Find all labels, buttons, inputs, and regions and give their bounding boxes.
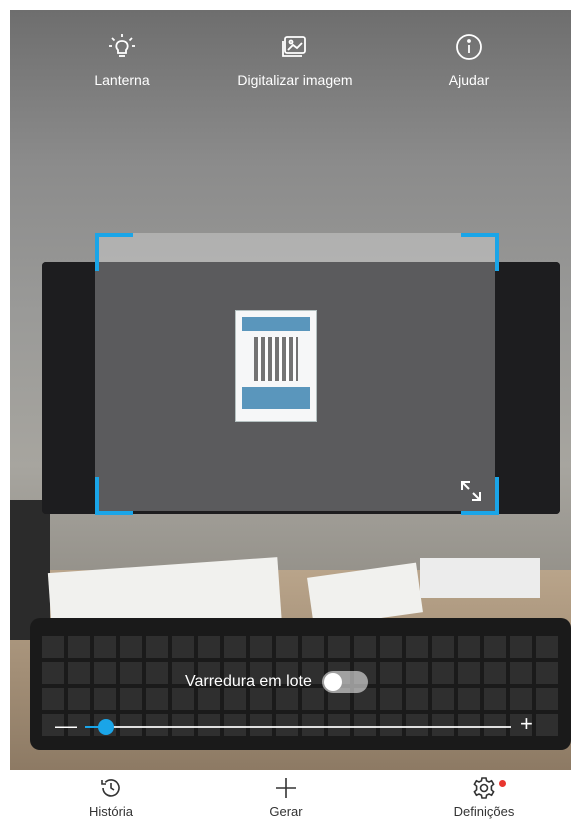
history-icon xyxy=(101,779,120,797)
nav-history-label: História xyxy=(88,804,134,819)
scan-frame-corner-top-left xyxy=(95,233,133,271)
batch-scan-label: Varredura em lote xyxy=(185,673,312,690)
flashlight-button[interactable]: Lanterna xyxy=(47,32,197,88)
batch-scan-row: Varredura em lote xyxy=(185,670,368,694)
nav-settings[interactable]: Definições xyxy=(424,776,544,819)
nav-history[interactable]: História xyxy=(51,776,171,819)
flashlight-label: Lanterna xyxy=(94,72,150,88)
scan-window xyxy=(95,233,495,511)
bottom-nav: História Gerar Definições xyxy=(0,770,571,827)
zoom-slider[interactable] xyxy=(85,719,511,735)
flashlight-icon xyxy=(109,34,135,57)
scan-frame-corner-top-right xyxy=(461,233,499,271)
nav-generate[interactable]: Gerar xyxy=(226,776,346,819)
zoom-out-button[interactable]: — xyxy=(55,715,77,737)
toggle-knob xyxy=(323,673,342,691)
expand-icon[interactable] xyxy=(458,478,484,504)
help-label: Ajudar xyxy=(448,72,490,88)
help-button[interactable]: Ajudar xyxy=(394,32,544,88)
info-icon xyxy=(456,34,482,60)
scan-image-button[interactable]: Digitalizar imagem xyxy=(220,32,370,88)
nav-generate-label: Gerar xyxy=(269,804,303,819)
camera-scene-box xyxy=(420,558,540,598)
nav-settings-label: Definições xyxy=(453,804,515,819)
notification-badge xyxy=(499,780,506,787)
scan-frame-corner-bottom-left xyxy=(95,477,133,515)
gear-icon xyxy=(473,777,495,799)
batch-scan-toggle[interactable] xyxy=(321,671,368,693)
scan-image-label: Digitalizar imagem xyxy=(237,72,353,88)
zoom-in-button[interactable]: + xyxy=(520,713,533,735)
image-icon xyxy=(282,36,306,57)
plus-icon xyxy=(276,778,296,798)
